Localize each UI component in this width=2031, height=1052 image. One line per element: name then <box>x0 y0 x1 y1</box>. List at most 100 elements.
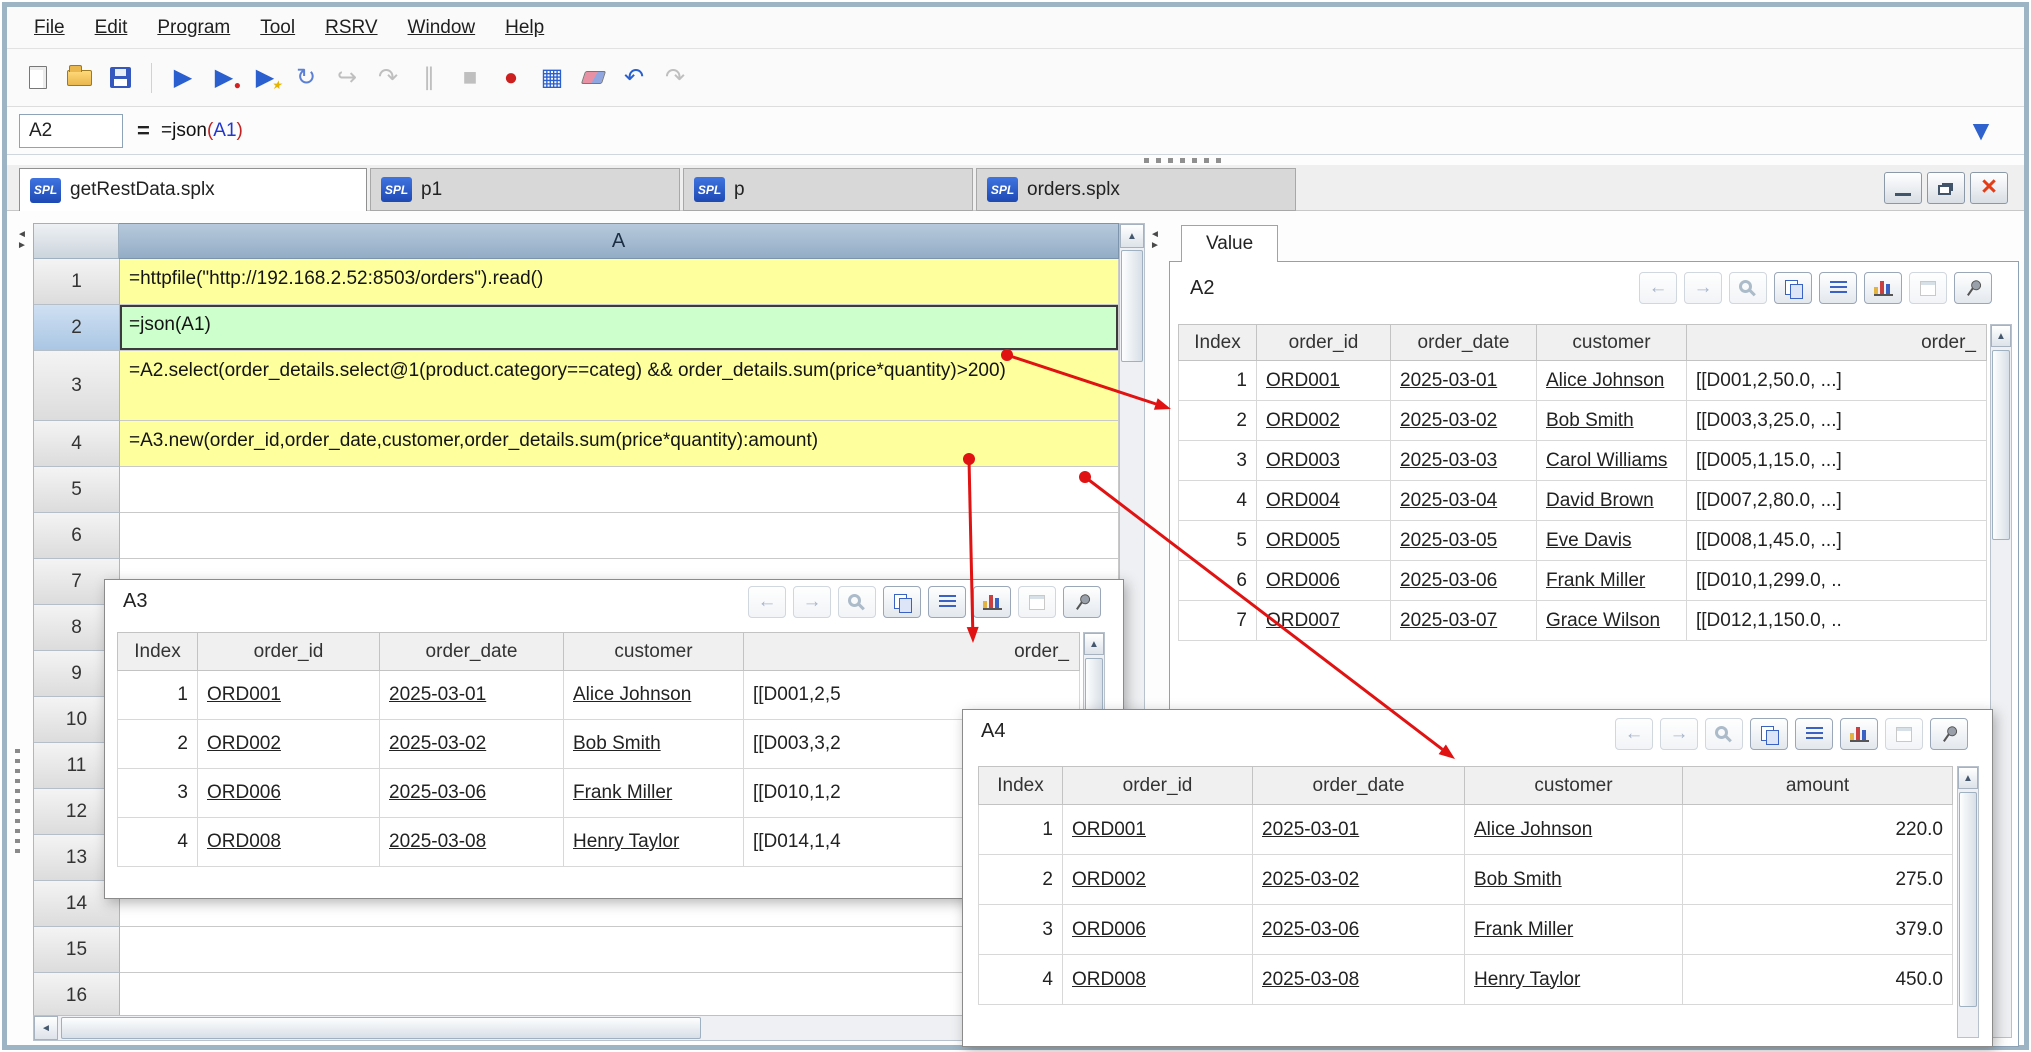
order-id-cell[interactable]: ORD001 <box>1063 805 1253 855</box>
value-scrollbar[interactable]: ▲ <box>1990 324 2012 1038</box>
list-icon[interactable] <box>1819 272 1857 304</box>
grid-horizontal-scrollbar[interactable]: ◄ ► <box>33 1015 1119 1041</box>
scrollbar-thumb[interactable] <box>1121 250 1143 362</box>
cell-A2[interactable]: =json(A1) <box>120 305 1119 351</box>
scrollbar-thumb[interactable] <box>1992 350 2010 540</box>
calc-grid-icon[interactable]: ▦ <box>533 59 571 97</box>
customer-cell[interactable]: Henry Taylor <box>564 818 744 867</box>
row-header-1[interactable]: 1 <box>34 259 120 305</box>
order-date-cell[interactable]: 2025-03-01 <box>1253 805 1465 855</box>
scroll-up-icon[interactable]: ▲ <box>1991 325 2011 347</box>
scrollbar-thumb[interactable] <box>1959 792 1977 1007</box>
menu-file[interactable]: File <box>19 17 80 39</box>
copy-icon[interactable] <box>1750 718 1788 750</box>
menu-rsrv[interactable]: RSRV <box>310 17 392 39</box>
tab-getrestdata[interactable]: SPL getRestData.splx <box>19 168 367 211</box>
row-header-15[interactable]: 15 <box>34 927 120 973</box>
breakpoint-icon[interactable]: ● <box>492 59 530 97</box>
copy-icon[interactable] <box>1774 272 1812 304</box>
order-date-cell[interactable]: 2025-03-02 <box>1253 855 1465 905</box>
customer-cell[interactable]: Alice Johnson <box>1465 805 1683 855</box>
left-splitter-handle[interactable] <box>15 749 20 855</box>
customer-cell[interactable]: Eve Davis <box>1537 521 1687 561</box>
tab-p1[interactable]: SPL p1 <box>370 168 680 211</box>
order-id-cell[interactable]: ORD006 <box>198 769 380 818</box>
open-file-icon[interactable] <box>60 59 98 97</box>
order-date-cell[interactable]: 2025-03-07 <box>1391 601 1537 641</box>
column-header-A[interactable]: A <box>119 223 1119 259</box>
order-date-cell[interactable]: 2025-03-06 <box>1253 905 1465 955</box>
scroll-up-icon[interactable]: ▲ <box>1120 224 1144 248</box>
minimize-icon[interactable] <box>1884 172 1922 204</box>
order-id-cell[interactable]: ORD007 <box>1257 601 1391 641</box>
chart-icon[interactable] <box>1864 272 1902 304</box>
details-cell[interactable]: [[D005,1,15.0, ...] <box>1687 441 1987 481</box>
cell-A5[interactable] <box>120 467 1119 513</box>
order-date-cell[interactable]: 2025-03-03 <box>1391 441 1537 481</box>
order-date-cell[interactable]: 2025-03-06 <box>1391 561 1537 601</box>
customer-cell[interactable]: David Brown <box>1537 481 1687 521</box>
details-cell[interactable]: [[D001,2,50.0, ...] <box>1687 361 1987 401</box>
row-header-4[interactable]: 4 <box>34 421 120 467</box>
menu-window[interactable]: Window <box>393 17 491 39</box>
order-id-cell[interactable]: ORD005 <box>1257 521 1391 561</box>
restore-icon[interactable] <box>1927 172 1965 204</box>
order-date-cell[interactable]: 2025-03-02 <box>380 720 564 769</box>
menu-edit[interactable]: Edit <box>80 17 143 39</box>
cell-A4[interactable]: =A3.new(order_id,order_date,customer,ord… <box>120 421 1119 467</box>
reset-execute-icon[interactable]: ↻ <box>287 59 325 97</box>
list-icon[interactable] <box>928 586 966 618</box>
customer-cell[interactable]: Alice Johnson <box>1537 361 1687 401</box>
order-date-cell[interactable]: 2025-03-08 <box>380 818 564 867</box>
order-id-cell[interactable]: ORD002 <box>1063 855 1253 905</box>
scrollbar-thumb[interactable] <box>61 1017 701 1039</box>
order-date-cell[interactable]: 2025-03-01 <box>1391 361 1537 401</box>
customer-cell[interactable]: Bob Smith <box>564 720 744 769</box>
customer-cell[interactable]: Frank Miller <box>564 769 744 818</box>
details-cell[interactable]: [[D007,2,80.0, ...] <box>1687 481 1987 521</box>
pin-icon[interactable] <box>1063 586 1101 618</box>
customer-cell[interactable]: Frank Miller <box>1537 561 1687 601</box>
customer-cell[interactable]: Grace Wilson <box>1537 601 1687 641</box>
row-header-3[interactable]: 3 <box>34 351 120 421</box>
customer-cell[interactable]: Frank Miller <box>1465 905 1683 955</box>
customer-cell[interactable]: Bob Smith <box>1537 401 1687 441</box>
horizontal-splitter-handle[interactable] <box>1144 158 1226 163</box>
debug-execute-icon[interactable]: ▶● <box>205 59 243 97</box>
customer-cell[interactable]: Carol Williams <box>1537 441 1687 481</box>
customer-cell[interactable]: Henry Taylor <box>1465 955 1683 1005</box>
step-execute-icon[interactable]: ▶★ <box>246 59 284 97</box>
order-date-cell[interactable]: 2025-03-06 <box>380 769 564 818</box>
order-id-cell[interactable]: ORD006 <box>1063 905 1253 955</box>
cell-ref-box[interactable]: A2 <box>19 114 123 148</box>
menu-program[interactable]: Program <box>142 17 245 39</box>
formula-expand-icon[interactable]: ▼ <box>1962 112 2000 150</box>
order-id-cell[interactable]: ORD006 <box>1257 561 1391 601</box>
undo-icon[interactable]: ↶ <box>615 59 653 97</box>
tab-p[interactable]: SPL p <box>683 168 973 211</box>
menu-help[interactable]: Help <box>490 17 559 39</box>
order-date-cell[interactable]: 2025-03-05 <box>1391 521 1537 561</box>
order-date-cell[interactable]: 2025-03-01 <box>380 671 564 720</box>
execute-icon[interactable]: ▶ <box>164 59 202 97</box>
cell-A6[interactable] <box>120 513 1119 559</box>
cell-A3[interactable]: =A2.select(order_details.select@1(produc… <box>120 351 1119 421</box>
close-icon[interactable]: × <box>1970 172 2008 204</box>
order-date-cell[interactable]: 2025-03-04 <box>1391 481 1537 521</box>
row-header-2[interactable]: 2 <box>34 305 120 351</box>
row-header-5[interactable]: 5 <box>34 467 120 513</box>
save-icon[interactable] <box>101 59 139 97</box>
cell-A1[interactable]: =httpfile("http://192.168.2.52:8503/orde… <box>120 259 1119 305</box>
scroll-up-icon[interactable]: ▲ <box>1084 633 1104 655</box>
chart-icon[interactable] <box>973 586 1011 618</box>
order-id-cell[interactable]: ORD001 <box>198 671 380 720</box>
formula-input[interactable]: =json(A1) <box>161 114 243 148</box>
pin-icon[interactable] <box>1954 272 1992 304</box>
order-id-cell[interactable]: ORD001 <box>1257 361 1391 401</box>
details-cell[interactable]: [[D008,1,45.0, ...] <box>1687 521 1987 561</box>
left-splitter-collapse[interactable]: ◄ ► <box>17 229 27 251</box>
customer-cell[interactable]: Alice Johnson <box>564 671 744 720</box>
order-id-cell[interactable]: ORD003 <box>1257 441 1391 481</box>
clear-icon[interactable] <box>574 59 612 97</box>
tab-orders[interactable]: SPL orders.splx <box>976 168 1296 211</box>
